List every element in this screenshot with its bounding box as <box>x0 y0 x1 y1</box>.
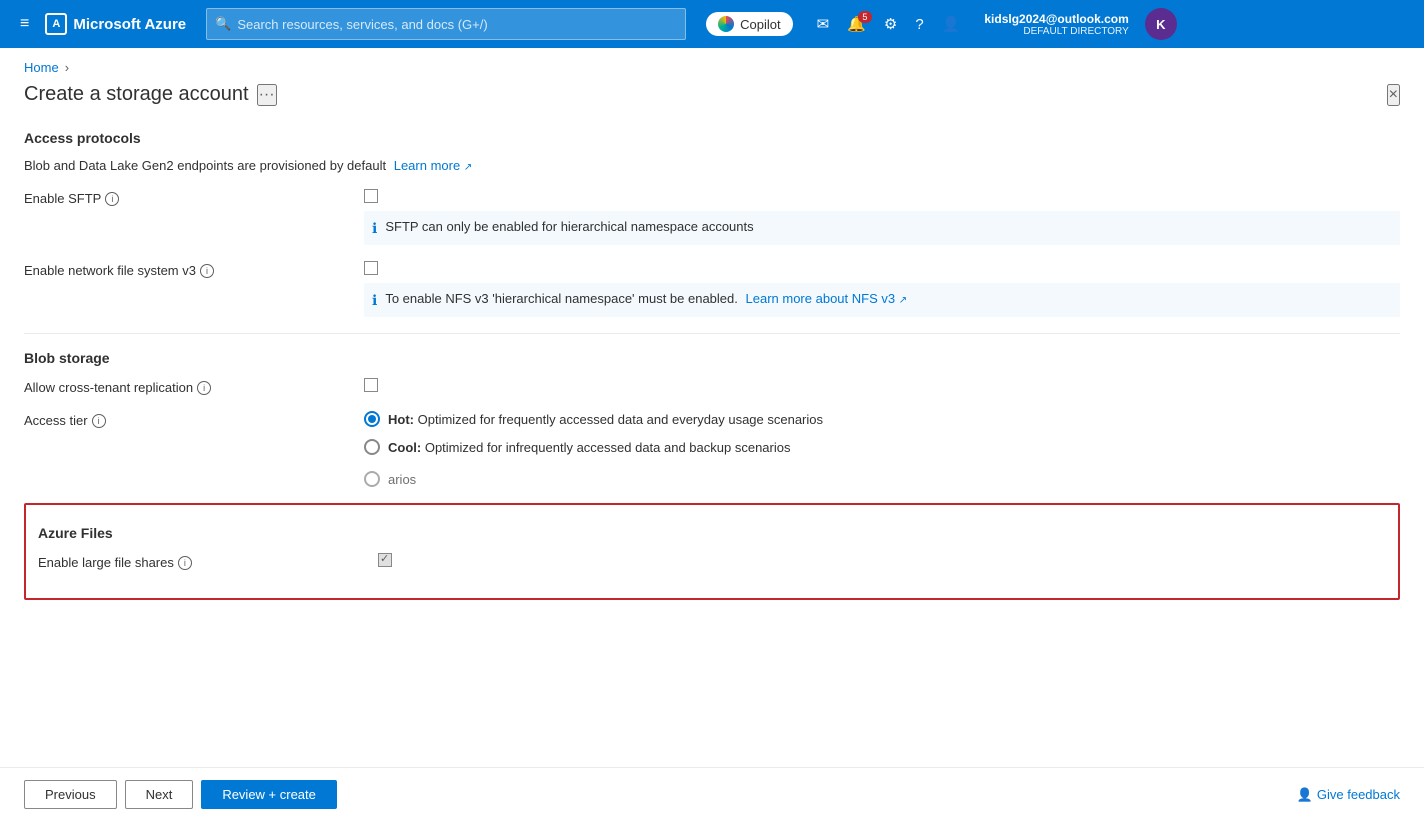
extra-tier-row: arios <box>24 471 1400 487</box>
enable-sftp-info-icon[interactable]: i <box>105 192 119 206</box>
hot-tier-label: Hot: Optimized for frequently accessed d… <box>388 412 823 427</box>
close-button[interactable]: × <box>1387 84 1400 106</box>
settings-icon[interactable]: ⚙ <box>876 9 905 39</box>
search-bar[interactable]: 🔍 <box>206 8 686 40</box>
next-button[interactable]: Next <box>125 780 194 809</box>
enable-nfs-row: Enable network file system v3 i ℹ To ena… <box>24 261 1400 317</box>
hot-tier-radio[interactable] <box>364 411 380 427</box>
notifications-badge: 5 <box>858 11 872 23</box>
access-protocols-section-title: Access protocols <box>24 130 1400 146</box>
user-info: kidslg2024@outlook.com DEFAULT DIRECTORY <box>984 12 1128 37</box>
azure-files-highlighted-box: Provides file share support up to a maxi… <box>24 503 1400 600</box>
enable-nfs-checkbox[interactable] <box>364 261 378 275</box>
cross-tenant-row: Allow cross-tenant replication i <box>24 378 1400 395</box>
access-tier-row: Access tier i Hot: Optimized for frequen… <box>24 411 1400 455</box>
review-create-button[interactable]: Review + create <box>201 780 337 809</box>
large-file-shares-row: Enable large file shares i <box>38 553 1386 570</box>
large-file-shares-checkbox[interactable] <box>378 553 392 567</box>
cross-tenant-label: Allow cross-tenant replication i <box>24 378 364 395</box>
extra-tier-radio[interactable] <box>364 471 380 487</box>
nfs-info-box: ℹ To enable NFS v3 'hierarchical namespa… <box>364 283 1400 317</box>
breadcrumb-separator: › <box>65 60 69 75</box>
access-tier-control: Hot: Optimized for frequently accessed d… <box>364 411 1400 455</box>
cross-tenant-control <box>364 378 1400 392</box>
access-protocols-learn-more[interactable]: Learn more <box>394 158 460 173</box>
app-logo: A Microsoft Azure <box>45 13 186 35</box>
nfs-external-icon: ↗ <box>899 295 907 306</box>
hot-tier-option[interactable]: Hot: Optimized for frequently accessed d… <box>364 411 1400 427</box>
large-file-shares-control <box>378 553 1386 567</box>
help-icon[interactable]: ? <box>907 10 931 39</box>
extra-tier-partial-label: arios <box>388 472 416 487</box>
footer: Previous Next Review + create 👤 Give fee… <box>0 767 1424 821</box>
nfs-learn-more[interactable]: Learn more about NFS v3 <box>746 291 896 306</box>
previous-button[interactable]: Previous <box>24 780 117 809</box>
enable-nfs-info-icon[interactable]: i <box>200 264 214 278</box>
enable-nfs-label: Enable network file system v3 i <box>24 261 364 278</box>
give-feedback-icon: 👤 <box>1297 787 1313 803</box>
cool-tier-option[interactable]: Cool: Optimized for infrequently accesse… <box>364 439 1400 455</box>
copilot-icon <box>718 16 734 32</box>
nfs-info-icon: ℹ <box>372 292 377 309</box>
extra-tier-option: arios <box>364 471 1400 487</box>
divider-1 <box>24 333 1400 334</box>
give-feedback-label: Give feedback <box>1317 787 1400 802</box>
nfs-info-text: To enable NFS v3 'hierarchical namespace… <box>385 291 907 306</box>
mail-icon[interactable]: ✉ <box>809 9 838 39</box>
copilot-button[interactable]: Copilot <box>706 12 792 36</box>
give-feedback-button[interactable]: 👤 Give feedback <box>1297 787 1400 803</box>
enable-sftp-control: ℹ SFTP can only be enabled for hierarchi… <box>364 189 1400 245</box>
enable-sftp-checkbox[interactable] <box>364 189 378 203</box>
main-area: Home › Create a storage account ··· × Ac… <box>0 48 1424 821</box>
user-email: kidslg2024@outlook.com <box>984 12 1128 26</box>
app-name: Microsoft Azure <box>73 16 186 33</box>
page-title: Create a storage account <box>24 83 249 106</box>
extra-tier-control: arios <box>364 471 1400 487</box>
feedback-icon[interactable]: 👤 <box>934 9 969 39</box>
sftp-info-icon: ℹ <box>372 220 377 237</box>
hamburger-menu-icon[interactable]: ≡ <box>12 11 37 37</box>
nav-icons: ✉ 🔔 5 ⚙ ? 👤 <box>809 9 969 39</box>
content-area: Access protocols Blob and Data Lake Gen2… <box>0 122 1424 767</box>
sftp-info-text: SFTP can only be enabled for hierarchica… <box>385 219 753 234</box>
enable-sftp-label: Enable SFTP i <box>24 189 364 206</box>
blob-storage-section-title: Blob storage <box>24 350 1400 366</box>
page-header: Create a storage account ··· × <box>0 75 1424 122</box>
azure-logo-icon: A <box>45 13 67 35</box>
notifications-icon[interactable]: 🔔 5 <box>839 9 874 39</box>
search-input[interactable] <box>237 17 677 32</box>
avatar[interactable]: K <box>1145 8 1177 40</box>
extra-tier-label <box>24 471 364 473</box>
large-file-shares-info-icon[interactable]: i <box>178 556 192 570</box>
enable-sftp-row: Enable SFTP i ℹ SFTP can only be enabled… <box>24 189 1400 245</box>
search-icon: 🔍 <box>215 16 231 32</box>
external-link-icon: ↗ <box>464 162 472 173</box>
breadcrumb: Home › <box>0 48 1424 75</box>
azure-files-section-title: Azure Files <box>38 525 1386 541</box>
copilot-label: Copilot <box>740 17 780 32</box>
large-file-shares-label: Enable large file shares i <box>38 553 378 570</box>
top-navigation: ≡ A Microsoft Azure 🔍 Copilot ✉ 🔔 5 ⚙ ? … <box>0 0 1424 48</box>
cool-tier-radio[interactable] <box>364 439 380 455</box>
sftp-info-box: ℹ SFTP can only be enabled for hierarchi… <box>364 211 1400 245</box>
access-tier-radio-group: Hot: Optimized for frequently accessed d… <box>364 411 1400 455</box>
enable-nfs-control: ℹ To enable NFS v3 'hierarchical namespa… <box>364 261 1400 317</box>
page-menu-button[interactable]: ··· <box>257 84 277 106</box>
access-tier-label: Access tier i <box>24 411 364 428</box>
cross-tenant-info-icon[interactable]: i <box>197 381 211 395</box>
breadcrumb-home[interactable]: Home <box>24 60 59 75</box>
user-directory: DEFAULT DIRECTORY <box>984 26 1128 37</box>
cool-tier-label: Cool: Optimized for infrequently accesse… <box>388 440 790 455</box>
cross-tenant-checkbox[interactable] <box>364 378 378 392</box>
access-tier-info-icon[interactable]: i <box>92 414 106 428</box>
access-protocols-info: Blob and Data Lake Gen2 endpoints are pr… <box>24 158 1400 173</box>
